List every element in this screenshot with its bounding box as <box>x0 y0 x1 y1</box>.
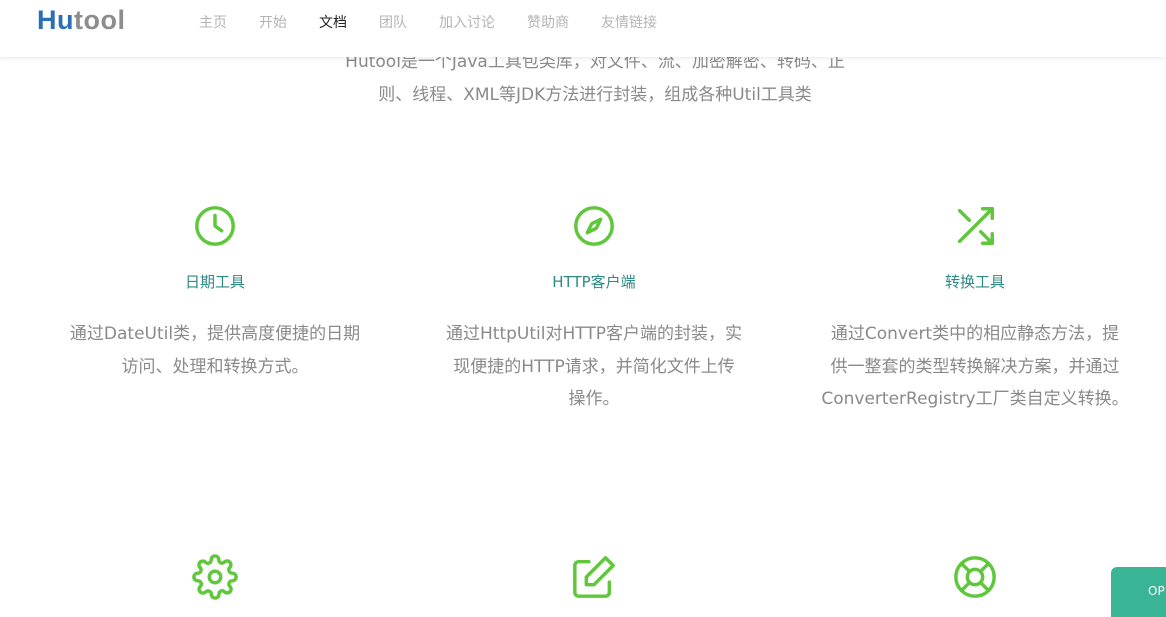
feature-desc-line: 通过Convert类中的相应静态方法，提 <box>830 324 1120 344</box>
nav-item-docs[interactable]: 文档 <box>303 14 363 32</box>
top-navbar: Hutool 主页 开始 文档 团队 加入讨论 赞助商 友情链接 <box>0 0 1166 57</box>
feature-desc-line: ConverterRegistry工厂类自定义转换。 <box>821 389 1129 409</box>
logo-part-2: tool <box>74 5 126 35</box>
hutool-logo[interactable]: Hutool <box>37 5 125 36</box>
feature-desc-line: 通过HttpUtil对HTTP客户端的封装，实 <box>446 324 742 344</box>
nav-item-start[interactable]: 开始 <box>243 14 303 32</box>
feature-edit <box>429 554 759 600</box>
feature-description: 通过DateUtil类，提供高度便捷的日期 访问、处理和转换方式。 <box>50 318 380 383</box>
intro-line-2: 则、线程、XML等JDK方法进行封装，组成各种Util工具类 <box>378 85 812 105</box>
feature-convert: 转换工具 通过Convert类中的相应静态方法，提 供一整套的类型转换解决方案，… <box>810 203 1140 416</box>
feature-settings <box>50 554 380 600</box>
feature-description: 通过HttpUtil对HTTP客户端的封装，实 现便捷的HTTP请求，并简化文件… <box>429 318 759 416</box>
logo-part-1: Hu <box>37 5 74 35</box>
edit-icon <box>573 556 615 598</box>
main-nav: 主页 开始 文档 团队 加入讨论 赞助商 友情链接 <box>183 14 673 32</box>
feature-title: 转换工具 <box>944 273 1005 291</box>
feature-description: 通过Convert类中的相应静态方法，提 供一整套的类型转换解决方案，并通过 C… <box>810 318 1140 416</box>
nav-item-links[interactable]: 友情链接 <box>585 14 673 32</box>
feature-support <box>810 554 1140 600</box>
floating-tab-label: OP <box>1148 584 1165 598</box>
floating-tab[interactable]: OP <box>1111 567 1166 617</box>
clock-icon <box>195 206 235 246</box>
feature-title: HTTP客户端 <box>552 273 636 291</box>
nav-item-sponsors[interactable]: 赞助商 <box>511 14 585 32</box>
nav-item-home[interactable]: 主页 <box>183 14 243 32</box>
compass-icon <box>574 206 614 246</box>
feature-title: 日期工具 <box>184 273 245 291</box>
nav-item-discussion[interactable]: 加入讨论 <box>423 14 511 32</box>
feature-desc-line: 通过DateUtil类，提供高度便捷的日期 <box>69 324 361 344</box>
feature-desc-line: 操作。 <box>568 389 620 409</box>
nav-item-team[interactable]: 团队 <box>363 14 423 32</box>
feature-http-client: HTTP客户端 通过HttpUtil对HTTP客户端的封装，实 现便捷的HTTP… <box>429 203 759 416</box>
lifebuoy-icon <box>954 556 996 598</box>
feature-desc-line: 现便捷的HTTP请求，并简化文件上传 <box>453 356 735 377</box>
shuffle-icon <box>957 207 994 245</box>
feature-desc-line: 供一整套的类型转换解决方案，并通过 <box>830 356 1120 377</box>
feature-desc-line: 访问、处理和转换方式。 <box>121 356 309 377</box>
gear-icon <box>192 554 238 600</box>
feature-date-util: 日期工具 通过DateUtil类，提供高度便捷的日期 访问、处理和转换方式。 <box>50 203 380 383</box>
